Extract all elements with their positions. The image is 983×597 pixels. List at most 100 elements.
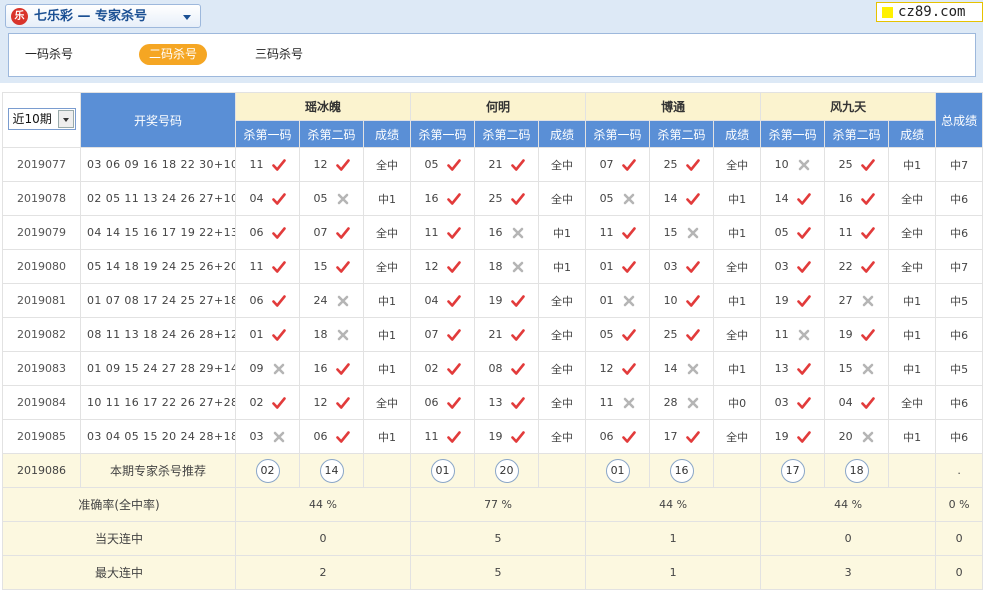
kill-number: 04 xyxy=(838,396,853,409)
kill-number: 03 xyxy=(249,430,264,443)
kill-number: 06 xyxy=(599,430,614,443)
check-icon xyxy=(796,226,811,240)
kill-pick-cell: 12 xyxy=(299,385,364,420)
tab-kill-one[interactable]: 一码杀号 xyxy=(25,44,73,65)
kill-number: 11 xyxy=(599,226,614,239)
stat-value: 1 xyxy=(585,555,762,590)
kill-pick-cell: 10 xyxy=(760,147,826,182)
check-icon xyxy=(685,192,700,206)
table-row: 2019079 04 14 15 16 17 19 22+13 06 07 全中 11 16… xyxy=(2,215,983,250)
check-icon xyxy=(335,396,350,410)
kill-number: 14 xyxy=(663,362,678,375)
kill-pick-cell: 06 xyxy=(585,419,651,454)
cross-icon xyxy=(272,362,286,376)
kill-pick-cell: 24 xyxy=(299,283,364,318)
period-select-button[interactable] xyxy=(57,109,74,128)
period-cell: 2019078 xyxy=(2,181,81,216)
check-icon xyxy=(796,192,811,206)
tab-bar: 一码杀号 二码杀号 三码杀号 xyxy=(8,33,976,77)
check-icon xyxy=(271,192,286,206)
result-cell: 全中 xyxy=(362,249,412,284)
kill-pick-cell: 04 xyxy=(410,283,476,318)
check-icon xyxy=(860,226,875,240)
kill-number: 03 xyxy=(774,260,789,273)
kill-pick-cell: 11 xyxy=(410,419,476,454)
kill-number: 06 xyxy=(249,294,264,307)
kill-number: 05 xyxy=(599,192,614,205)
total-cell: 中7 xyxy=(935,249,983,284)
check-icon xyxy=(621,158,636,172)
kill-pick-cell: 19 xyxy=(760,419,826,454)
draw-numbers-cell: 04 14 15 16 17 19 22+13 xyxy=(80,215,236,250)
kill-pick-cell: 06 xyxy=(235,215,300,250)
check-icon xyxy=(271,260,286,274)
kill-pick-cell: 05 xyxy=(410,147,476,182)
recommend-ball: 01 xyxy=(605,458,630,483)
stat-label: 当天连中 xyxy=(2,521,236,556)
kill-pick-cell: 11 xyxy=(410,215,476,250)
kill-pick-cell: 07 xyxy=(585,147,651,182)
kill-number: 02 xyxy=(424,362,439,375)
recommend-ball: 18 xyxy=(844,458,869,483)
expert-header-2: 何明 xyxy=(410,92,587,121)
kill-pick-cell: 19 xyxy=(760,283,826,318)
lottery-title-dropdown[interactable]: 乐 七乐彩 — 专家杀号 xyxy=(5,4,201,28)
recommend-empty-cell xyxy=(362,453,412,488)
kill-number: 25 xyxy=(488,192,503,205)
check-icon xyxy=(685,158,700,172)
result-cell: 全中 xyxy=(362,385,412,420)
recommend-ball: 02 xyxy=(255,458,280,483)
kill-number: 11 xyxy=(249,158,264,171)
kill-pick-cell: 03 xyxy=(649,249,715,284)
stat-label: 最大连中 xyxy=(2,555,236,590)
recommend-pick-cell: 17 xyxy=(760,453,826,488)
kill-number: 11 xyxy=(424,226,439,239)
tab-kill-three[interactable]: 三码杀号 xyxy=(255,44,303,65)
kill-number: 13 xyxy=(488,396,503,409)
check-icon xyxy=(685,260,700,274)
check-icon xyxy=(860,158,875,172)
kill-pick-cell: 06 xyxy=(235,283,300,318)
check-icon xyxy=(335,362,350,376)
period-select-cell: 近10期 xyxy=(2,92,81,148)
kill-number: 11 xyxy=(774,328,789,341)
kill-number: 10 xyxy=(774,158,789,171)
kill-pick-cell: 28 xyxy=(649,385,715,420)
result-cell: 全中 xyxy=(538,147,587,182)
result-cell: 全中 xyxy=(713,147,762,182)
stat-row: 准确率(全中率) 44 % 77 % 44 % 44 % 0 % xyxy=(2,487,983,522)
check-icon xyxy=(621,260,636,274)
kill-number: 11 xyxy=(599,396,614,409)
cross-icon xyxy=(336,328,350,342)
result-cell: 全中 xyxy=(538,181,587,216)
tab-kill-two[interactable]: 二码杀号 xyxy=(139,44,208,65)
kill-number: 16 xyxy=(424,192,439,205)
period-cell: 2019077 xyxy=(2,147,81,182)
check-icon xyxy=(510,158,525,172)
kill-pick-cell: 21 xyxy=(474,147,540,182)
brand-badge[interactable]: cz89.com xyxy=(876,2,983,22)
result-cell: 全中 xyxy=(888,249,937,284)
kill-pick-cell: 14 xyxy=(760,181,826,216)
cross-icon xyxy=(797,328,811,342)
top-bar: 乐 七乐彩 — 专家杀号 cz89.com 一码杀号 二码杀号 三码杀号 xyxy=(0,0,983,83)
kill-number: 25 xyxy=(663,328,678,341)
recommend-empty-cell xyxy=(888,453,937,488)
kill-pick-cell: 15 xyxy=(824,351,890,386)
cross-icon xyxy=(336,192,350,206)
kill-pick-cell: 03 xyxy=(235,419,300,454)
brand-text: cz89.com xyxy=(898,4,966,20)
kill-pick-cell: 09 xyxy=(235,351,300,386)
check-icon xyxy=(446,260,461,274)
period-cell: 2019084 xyxy=(2,385,81,420)
check-icon xyxy=(621,226,636,240)
kill-number: 07 xyxy=(599,158,614,171)
period-select[interactable]: 近10期 xyxy=(7,107,76,130)
table-row: 2019083 01 09 15 24 27 28 29+14 09 16 中1 02 08… xyxy=(2,351,983,386)
stat-value: 0 xyxy=(760,521,937,556)
sub-header-result: 成绩 xyxy=(538,120,587,148)
recommend-pick-cell: 18 xyxy=(824,453,890,488)
result-cell: 中1 xyxy=(538,249,587,284)
kill-number: 04 xyxy=(249,192,264,205)
stat-value: 3 xyxy=(760,555,937,590)
